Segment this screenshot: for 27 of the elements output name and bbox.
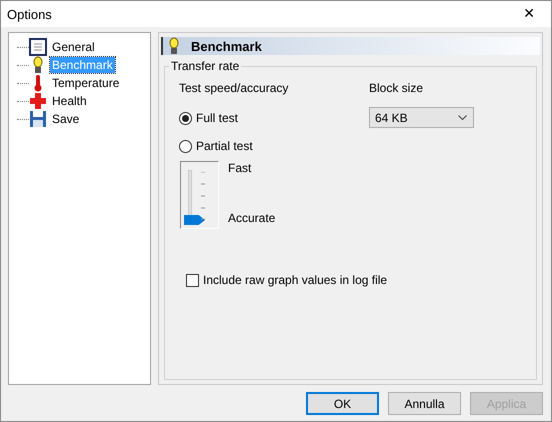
- tree-item[interactable]: Save: [50, 111, 82, 127]
- slider-label: Fast: [228, 161, 252, 175]
- slider-label: Accurate: [228, 211, 276, 225]
- checkbox-label: Include raw graph values in log file: [203, 273, 388, 287]
- tree-item[interactable]: Temperature: [50, 75, 122, 91]
- checkbox[interactable]: [186, 274, 199, 286]
- medical-cross-icon: [29, 92, 47, 110]
- speed-slider[interactable]: [180, 161, 219, 229]
- group-title: Transfer rate: [170, 59, 240, 73]
- radio-button[interactable]: [179, 112, 192, 124]
- dialog-button[interactable]: Annulla: [388, 392, 461, 415]
- field-label: Block size: [369, 81, 424, 95]
- radio-label: Partial test: [196, 139, 253, 153]
- close-button[interactable]: ✕: [519, 6, 539, 22]
- page-icon: [29, 38, 47, 56]
- tick-marks: [201, 172, 207, 220]
- window-title: Options: [7, 6, 52, 22]
- slider-thumb[interactable]: [184, 215, 205, 225]
- tree-item[interactable]: Health: [50, 93, 89, 109]
- section-title: Benchmark: [191, 38, 262, 54]
- chevron-down-icon: [458, 114, 467, 120]
- dialog-button[interactable]: OK: [306, 392, 379, 415]
- block-size-dropdown[interactable]: 64 KB: [369, 107, 474, 128]
- tree-item[interactable]: General: [50, 39, 97, 55]
- field-label: Test speed/accuracy: [179, 81, 290, 95]
- radio-label: Full test: [196, 111, 238, 125]
- radio-button[interactable]: [179, 140, 192, 152]
